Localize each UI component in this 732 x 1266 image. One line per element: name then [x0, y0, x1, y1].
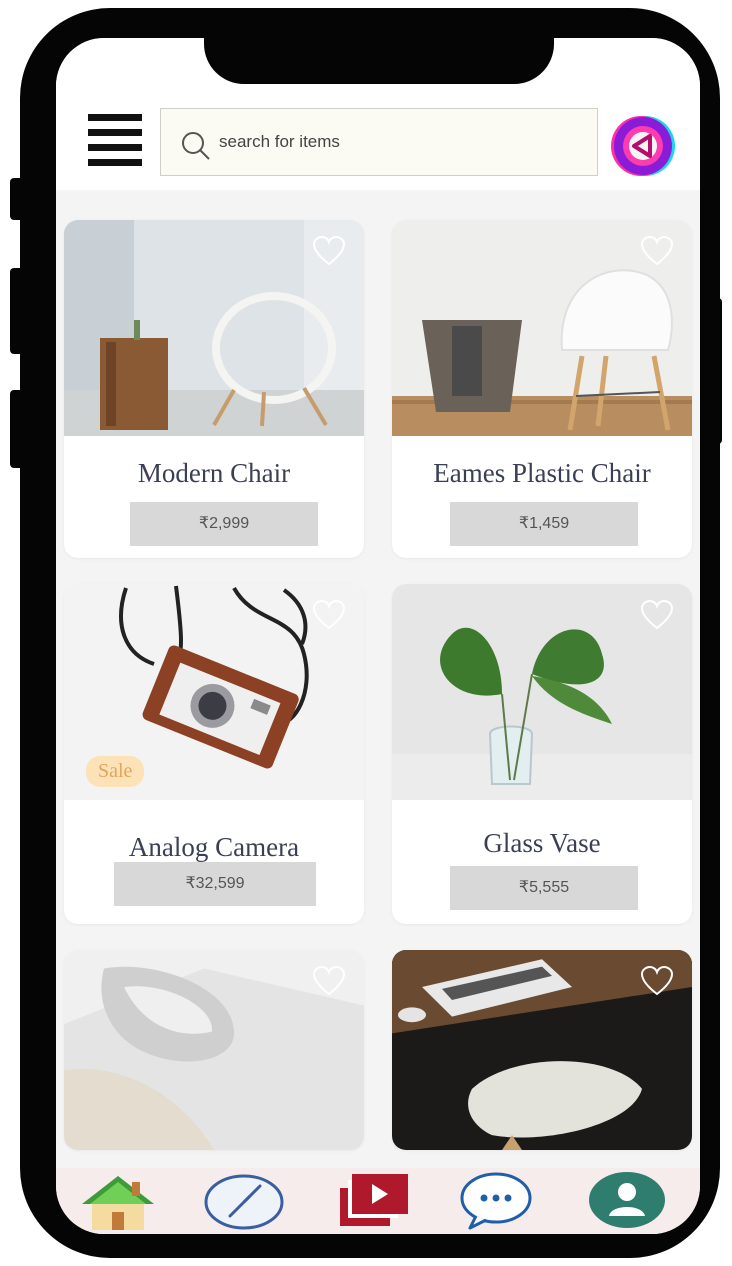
phone-power-button: [706, 298, 722, 444]
phone-volume-up-button: [10, 268, 26, 354]
favorite-heart-icon[interactable]: [640, 600, 674, 630]
home-icon[interactable]: [78, 1172, 158, 1232]
search-bar[interactable]: [160, 108, 598, 176]
phone-notch: [204, 30, 554, 84]
product-card[interactable]: [64, 950, 364, 1150]
bottom-navigation-bar: [56, 1168, 700, 1234]
compass-icon[interactable]: [204, 1174, 284, 1230]
favorite-heart-icon[interactable]: [312, 600, 346, 630]
video-library-icon[interactable]: [332, 1170, 412, 1230]
product-name: Analog Camera: [128, 832, 300, 862]
app-logo-icon[interactable]: [608, 110, 680, 182]
product-price: ₹2,999: [130, 502, 318, 546]
favorite-heart-icon[interactable]: [640, 966, 674, 996]
sale-badge: Sale: [86, 756, 145, 787]
product-card[interactable]: Eames Plastic Chair ₹1,459: [392, 220, 692, 558]
phone-side-button: [10, 178, 26, 220]
product-card[interactable]: Sale Analog Camera ₹32,599: [64, 584, 364, 924]
product-name: Modern Chair: [137, 458, 291, 488]
profile-icon[interactable]: [582, 1170, 672, 1230]
app-screen: Modern Chair ₹2,999 Eames Plastic Chair …: [56, 38, 700, 1234]
product-card[interactable]: Modern Chair ₹2,999: [64, 220, 364, 558]
product-card[interactable]: [392, 950, 692, 1150]
product-name: Eames Plastic Chair: [433, 458, 651, 488]
product-price: ₹5,555: [450, 866, 638, 910]
favorite-heart-icon[interactable]: [312, 966, 346, 996]
favorite-heart-icon[interactable]: [312, 236, 346, 266]
hamburger-menu-icon[interactable]: [88, 114, 142, 168]
product-card[interactable]: Glass Vase ₹5,555: [392, 584, 692, 924]
chat-icon[interactable]: [456, 1170, 536, 1230]
search-icon: [182, 132, 210, 160]
search-input[interactable]: [219, 127, 579, 157]
product-price: ₹32,599: [114, 862, 316, 906]
phone-volume-down-button: [10, 390, 26, 468]
favorite-heart-icon[interactable]: [640, 236, 674, 266]
product-price: ₹1,459: [450, 502, 638, 546]
product-name: Glass Vase: [483, 828, 601, 858]
